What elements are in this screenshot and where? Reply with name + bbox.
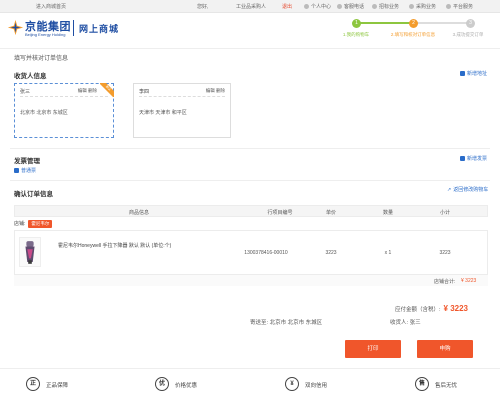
submit-purchase-button[interactable]: 申购: [417, 340, 473, 358]
total-value: ¥ 3223: [443, 304, 468, 313]
plus-icon: [460, 156, 465, 161]
add-address-link[interactable]: 新增地址: [460, 70, 487, 77]
footer-label: 正品保障: [46, 383, 69, 389]
tender-business-link[interactable]: 招标业务: [372, 3, 399, 10]
address-text: 北京市 北京市 东城区: [20, 110, 68, 116]
add-invoice-link[interactable]: 新增发票: [460, 155, 487, 162]
col-header-product: 商品信息: [128, 210, 150, 216]
share-arrow-icon: ↗: [447, 187, 452, 193]
product-image-icon: [25, 241, 35, 264]
step-3-label: 3.成功提交订单: [452, 32, 484, 37]
total-label: 应付金额（含税）:: [395, 307, 441, 313]
product-thumbnail[interactable]: [19, 237, 41, 267]
step-1-dot: 1: [352, 19, 361, 28]
site-header: 京能集团 Beijing Energy Holding 网上商城 1 2 3 1…: [0, 13, 500, 49]
service-footer: 正 正品保障 优 价格优惠 ¥ 双向信用 售 售后无忧: [0, 368, 500, 398]
section-divider: [10, 180, 490, 181]
order-table-header: 商品信息 行项目编号 单价 数量 小计: [14, 205, 488, 217]
col-header-price: 单价: [325, 210, 337, 216]
section-divider: [10, 148, 490, 149]
order-title: 确认订单信息: [14, 191, 53, 198]
receiver-name: 张三: [409, 320, 421, 326]
shop-subtotal-label: 店铺合计:: [434, 279, 456, 285]
step-3-dot: 3: [466, 19, 475, 28]
col-header-line-no: 行项目编号: [267, 210, 293, 216]
phone-icon: [337, 4, 342, 9]
address-name: 李四: [139, 89, 150, 95]
product-price: 3223: [325, 250, 337, 256]
step-line-2: [414, 22, 472, 24]
document-icon: [372, 4, 377, 9]
plus-icon: [460, 71, 465, 76]
step-2-dot: 2: [409, 19, 418, 28]
shop-name-badge[interactable]: 霍尼韦尔: [28, 220, 53, 228]
genuine-icon: 正: [26, 377, 40, 391]
platform-service-link[interactable]: 平台服务: [446, 3, 473, 10]
invoice-title: 发票管理: [14, 158, 40, 165]
address-divider: [139, 96, 225, 97]
cart-icon: [409, 4, 414, 9]
product-qty: x 1: [384, 250, 392, 256]
footer-label: 售后无忧: [435, 383, 458, 389]
checkbox-icon: [14, 168, 19, 173]
address-divider: [20, 96, 108, 97]
footer-label: 价格优惠: [175, 383, 198, 389]
invoice-option[interactable]: 普通票: [14, 167, 36, 174]
address-text: 天津市 天津市 和平区: [139, 110, 187, 116]
user-icon: [304, 4, 309, 9]
step-line-1: [356, 22, 414, 24]
account-name[interactable]: 工业品采购人: [236, 3, 266, 10]
payable-total: 应付金额（含税）: ¥ 3223: [395, 304, 468, 313]
col-header-subtotal: 小计: [439, 210, 451, 216]
print-button[interactable]: 打印: [345, 340, 401, 358]
address-card-selected[interactable]: 张三 编辑 删除 北京市 北京市 东城区 默认: [14, 83, 114, 138]
address-actions[interactable]: 编辑 删除: [78, 88, 97, 94]
credit-icon: ¥: [285, 377, 299, 391]
shop-label: 店铺:: [14, 221, 26, 227]
address-card[interactable]: 李四 编辑 删除 天津市 天津市 和平区: [133, 83, 231, 138]
logout-link[interactable]: 退出: [282, 3, 292, 10]
receiver: 收货人: 张三: [390, 320, 421, 326]
ship-to: 寄送至: 北京市 北京市 东城区: [250, 320, 323, 326]
product-name[interactable]: 霍尼韦尔Honeywell 手拉下降器 默认 默认 (单位:个): [58, 242, 208, 250]
shop-bar: 店铺: 霍尼韦尔: [14, 220, 53, 228]
col-header-qty: 数量: [382, 210, 394, 216]
shop-subtotal-value: ¥ 3223: [461, 278, 477, 284]
back-to-cart-link[interactable]: ↗ 返回修改购物车: [447, 186, 488, 193]
aftersale-icon: 售: [415, 377, 429, 391]
product-subtotal: 3223: [439, 250, 451, 256]
default-corner-badge: 默认: [100, 83, 114, 97]
address-actions[interactable]: 编辑 删除: [206, 88, 225, 94]
top-bar: 进入商城首页 您好, 工业品采购人 退出 个人中心 客服电话 招标业务 采购业务…: [0, 0, 500, 13]
footer-label: 双向信用: [305, 383, 328, 389]
price-icon: 优: [155, 377, 169, 391]
product-line-no: 1300378416-00010: [244, 250, 288, 256]
page-hint: 填写并核对订单信息: [14, 56, 69, 62]
mall-home-link[interactable]: 进入商城首页: [36, 3, 66, 10]
address-name: 张三: [20, 89, 31, 95]
personal-center-link[interactable]: 个人中心: [304, 3, 331, 10]
company-logo-icon[interactable]: [7, 19, 24, 36]
shop-subtotal-row: 店铺合计: ¥ 3223: [14, 274, 488, 286]
mall-title: 网上商城: [79, 24, 120, 34]
company-name-en: Beijing Energy Holding: [25, 32, 66, 37]
purchase-business-link[interactable]: 采购业务: [409, 3, 436, 10]
consignee-title: 收货人信息: [14, 73, 47, 80]
logo-divider: [73, 20, 74, 36]
greeting-text: 您好,: [197, 4, 209, 10]
step-1-label: 1.我的购物车: [342, 32, 370, 37]
ship-to-address: 北京市 北京市 东城区: [269, 320, 323, 326]
service-phone-link[interactable]: 客服电话: [337, 3, 364, 10]
service-icon: [446, 4, 451, 9]
step-2-label: 2.填写和校对订单信息: [390, 32, 436, 37]
